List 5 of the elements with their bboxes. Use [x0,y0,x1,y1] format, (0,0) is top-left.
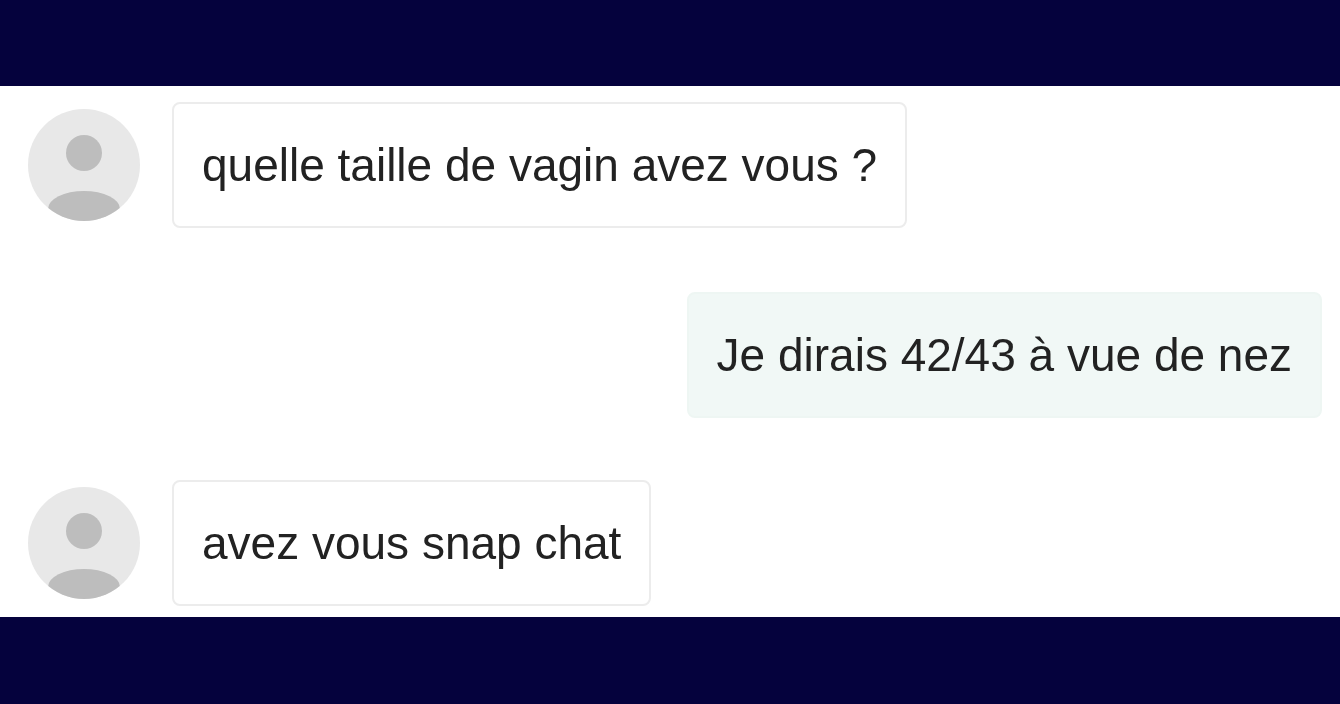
avatar-icon [28,487,140,599]
message-bubble: Je dirais 42/43 à vue de nez [686,292,1322,418]
message-bubble: quelle taille de vagin avez vous ? [172,102,908,228]
avatar-icon [28,109,140,221]
message-bubble: avez vous snap chat [172,480,652,606]
